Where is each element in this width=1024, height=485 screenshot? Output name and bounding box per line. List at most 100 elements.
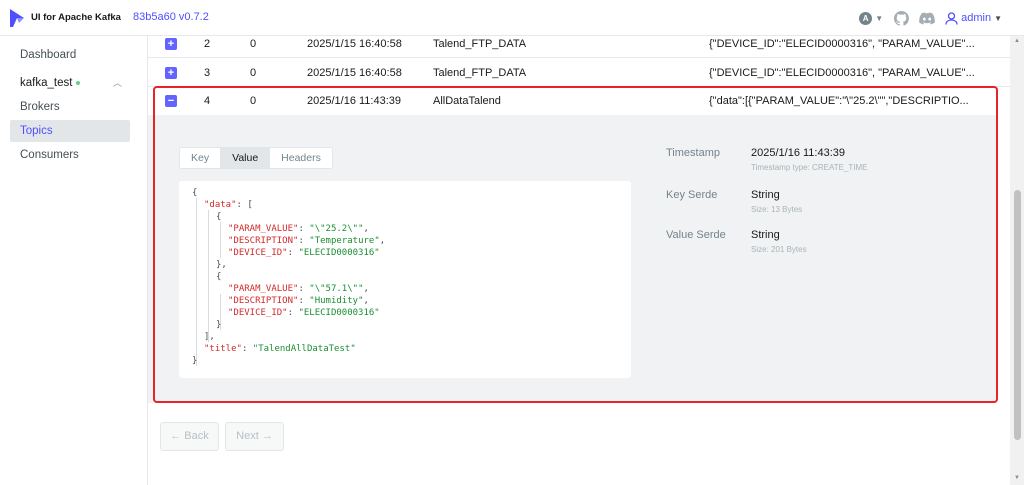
json-punct: ],: [204, 332, 215, 342]
discord-icon[interactable]: [919, 10, 935, 26]
message-key: AllDataTalend: [433, 95, 501, 107]
json-line: {: [192, 187, 197, 199]
json-string: "Temperature": [309, 236, 380, 246]
json-punct: :: [298, 224, 310, 234]
detail-tabs: Key Value Headers: [179, 147, 333, 169]
message-timestamp: 2025/1/16 11:43:39: [307, 95, 401, 107]
json-line: "PARAM_VALUE": "\"25.2\"",: [228, 223, 369, 235]
value-serde-label: Value Serde: [666, 229, 726, 241]
scroll-up-arrow-icon[interactable]: ▲: [1013, 38, 1021, 44]
expand-plus-icon[interactable]: +: [165, 38, 177, 50]
json-string: "ELECID0000316": [298, 308, 380, 318]
key-serde-label: Key Serde: [666, 189, 718, 201]
json-line: "DEVICE_ID": "ELECID0000316": [228, 247, 380, 259]
message-offset: 4: [204, 95, 211, 107]
chevron-down-icon: ▼: [994, 13, 1002, 23]
table-row[interactable]: + 3 0 2025/1/15 16:40:58 Talend_FTP_DATA…: [148, 59, 1010, 87]
json-punct: {: [216, 272, 222, 282]
json-line: ],: [204, 331, 215, 343]
messages-panel: + 2 0 2025/1/15 16:40:58 Talend_FTP_DATA…: [148, 36, 1010, 485]
json-line: "title": "TalendAllDataTest": [204, 343, 356, 355]
kafka-logo-icon[interactable]: [8, 8, 26, 28]
message-partition: 0: [250, 67, 257, 79]
tab-headers[interactable]: Headers: [270, 148, 332, 168]
value-size: Size: 201 Bytes: [751, 245, 807, 254]
json-string: "\"25.2\"": [309, 224, 364, 234]
json-punct: ,: [379, 236, 386, 246]
scroll-down-arrow-icon[interactable]: ▼: [1013, 475, 1021, 481]
json-line: "DESCRIPTION": "Temperature",: [228, 235, 385, 247]
json-key: "DESCRIPTION": [228, 236, 299, 246]
app-title[interactable]: UI for Apache Kafka: [31, 12, 121, 23]
user-name: admin: [961, 12, 992, 24]
json-line: },: [216, 259, 227, 271]
json-punct: }: [192, 356, 198, 366]
timestamp-type: Timestamp type: CREATE_TIME: [751, 163, 868, 172]
json-string: "TalendAllDataTest": [252, 344, 356, 354]
value-serde-value: String: [751, 229, 780, 241]
indent-guide: [196, 198, 197, 366]
json-punct: {: [192, 188, 198, 198]
version-link[interactable]: 83b5a60 v0.7.2: [133, 11, 209, 23]
message-key: Talend_FTP_DATA: [433, 67, 527, 79]
table-row[interactable]: + 2 0 2025/1/15 16:40:58 Talend_FTP_DATA…: [148, 36, 1010, 58]
version-hash[interactable]: 83b5a60: [133, 11, 176, 23]
message-timestamp: 2025/1/15 16:40:58: [307, 38, 402, 50]
scrollbar-thumb[interactable]: [1014, 190, 1021, 440]
json-key: "data": [204, 200, 237, 210]
sidebar-cluster[interactable]: kafka_test ︿: [10, 72, 130, 94]
message-offset: 3: [204, 67, 211, 79]
json-punct: {: [216, 212, 222, 222]
expand-plus-icon[interactable]: +: [165, 67, 177, 79]
theme-switcher[interactable]: A ▼: [859, 11, 884, 25]
message-detail-panel: Key Value Headers {"data": [{"PARAM_VALU…: [148, 115, 997, 403]
json-punct: ,: [363, 284, 369, 294]
user-menu[interactable]: admin ▼: [945, 11, 1002, 25]
json-line: }: [216, 319, 221, 331]
back-button[interactable]: ← Back: [160, 422, 219, 451]
json-line: "DESCRIPTION": "Humidity",: [228, 295, 369, 307]
github-icon[interactable]: [893, 10, 909, 26]
message-offset: 2: [204, 38, 211, 50]
json-viewer[interactable]: {"data": [{"PARAM_VALUE": "\"25.2\"", "DE…: [179, 181, 631, 378]
user-icon: [945, 11, 958, 25]
top-bar: UI for Apache Kafka 83b5a60 v0.7.2 A ▼ a…: [0, 0, 1024, 36]
json-punct: }: [216, 320, 222, 330]
chevron-down-icon: ▼: [875, 13, 884, 23]
json-punct: :: [241, 344, 253, 354]
sidebar-item-topics[interactable]: Topics: [10, 120, 130, 142]
json-key: "DEVICE_ID": [228, 308, 288, 318]
sidebar-item-brokers[interactable]: Brokers: [10, 96, 130, 118]
json-key: "DESCRIPTION": [228, 296, 299, 306]
json-punct: :: [298, 296, 310, 306]
message-value-preview: {"data":[{"PARAM_VALUE":"\"25.2\"","DESC…: [709, 95, 969, 107]
json-line: }: [192, 355, 197, 367]
version-tag: v0.7.2: [178, 11, 209, 23]
json-string: "Humidity": [309, 296, 364, 306]
tab-value[interactable]: Value: [221, 148, 271, 168]
timestamp-label: Timestamp: [666, 147, 720, 159]
json-punct: ,: [363, 296, 369, 306]
key-size: Size: 13 Bytes: [751, 205, 803, 214]
sidebar-item-dashboard[interactable]: Dashboard: [10, 44, 130, 66]
indent-guide: [208, 210, 209, 342]
table-row-expanded[interactable]: − 4 0 2025/1/16 11:43:39 AllDataTalend {…: [148, 87, 1010, 115]
collapse-minus-icon[interactable]: −: [165, 95, 177, 107]
json-string: "ELECID0000316": [298, 248, 380, 258]
message-value-preview: {"DEVICE_ID":"ELECID0000316", "PARAM_VAL…: [709, 67, 975, 79]
json-punct: ,: [363, 224, 369, 234]
indent-guide: [220, 222, 221, 258]
timestamp-value: 2025/1/16 11:43:39: [751, 147, 845, 159]
sidebar-item-consumers[interactable]: Consumers: [10, 144, 130, 166]
message-partition: 0: [250, 95, 257, 107]
tab-key[interactable]: Key: [180, 148, 222, 168]
key-serde-value: String: [751, 189, 780, 201]
cluster-status-dot: [76, 80, 81, 85]
chevron-up-icon[interactable]: ︿: [113, 72, 122, 94]
json-line: {: [216, 271, 221, 283]
cluster-name: kafka_test: [20, 77, 73, 89]
json-punct: :: [287, 308, 299, 318]
next-button[interactable]: Next →: [225, 422, 284, 451]
json-punct: },: [216, 260, 227, 270]
json-line: "PARAM_VALUE": "\"57.1\"",: [228, 283, 369, 295]
